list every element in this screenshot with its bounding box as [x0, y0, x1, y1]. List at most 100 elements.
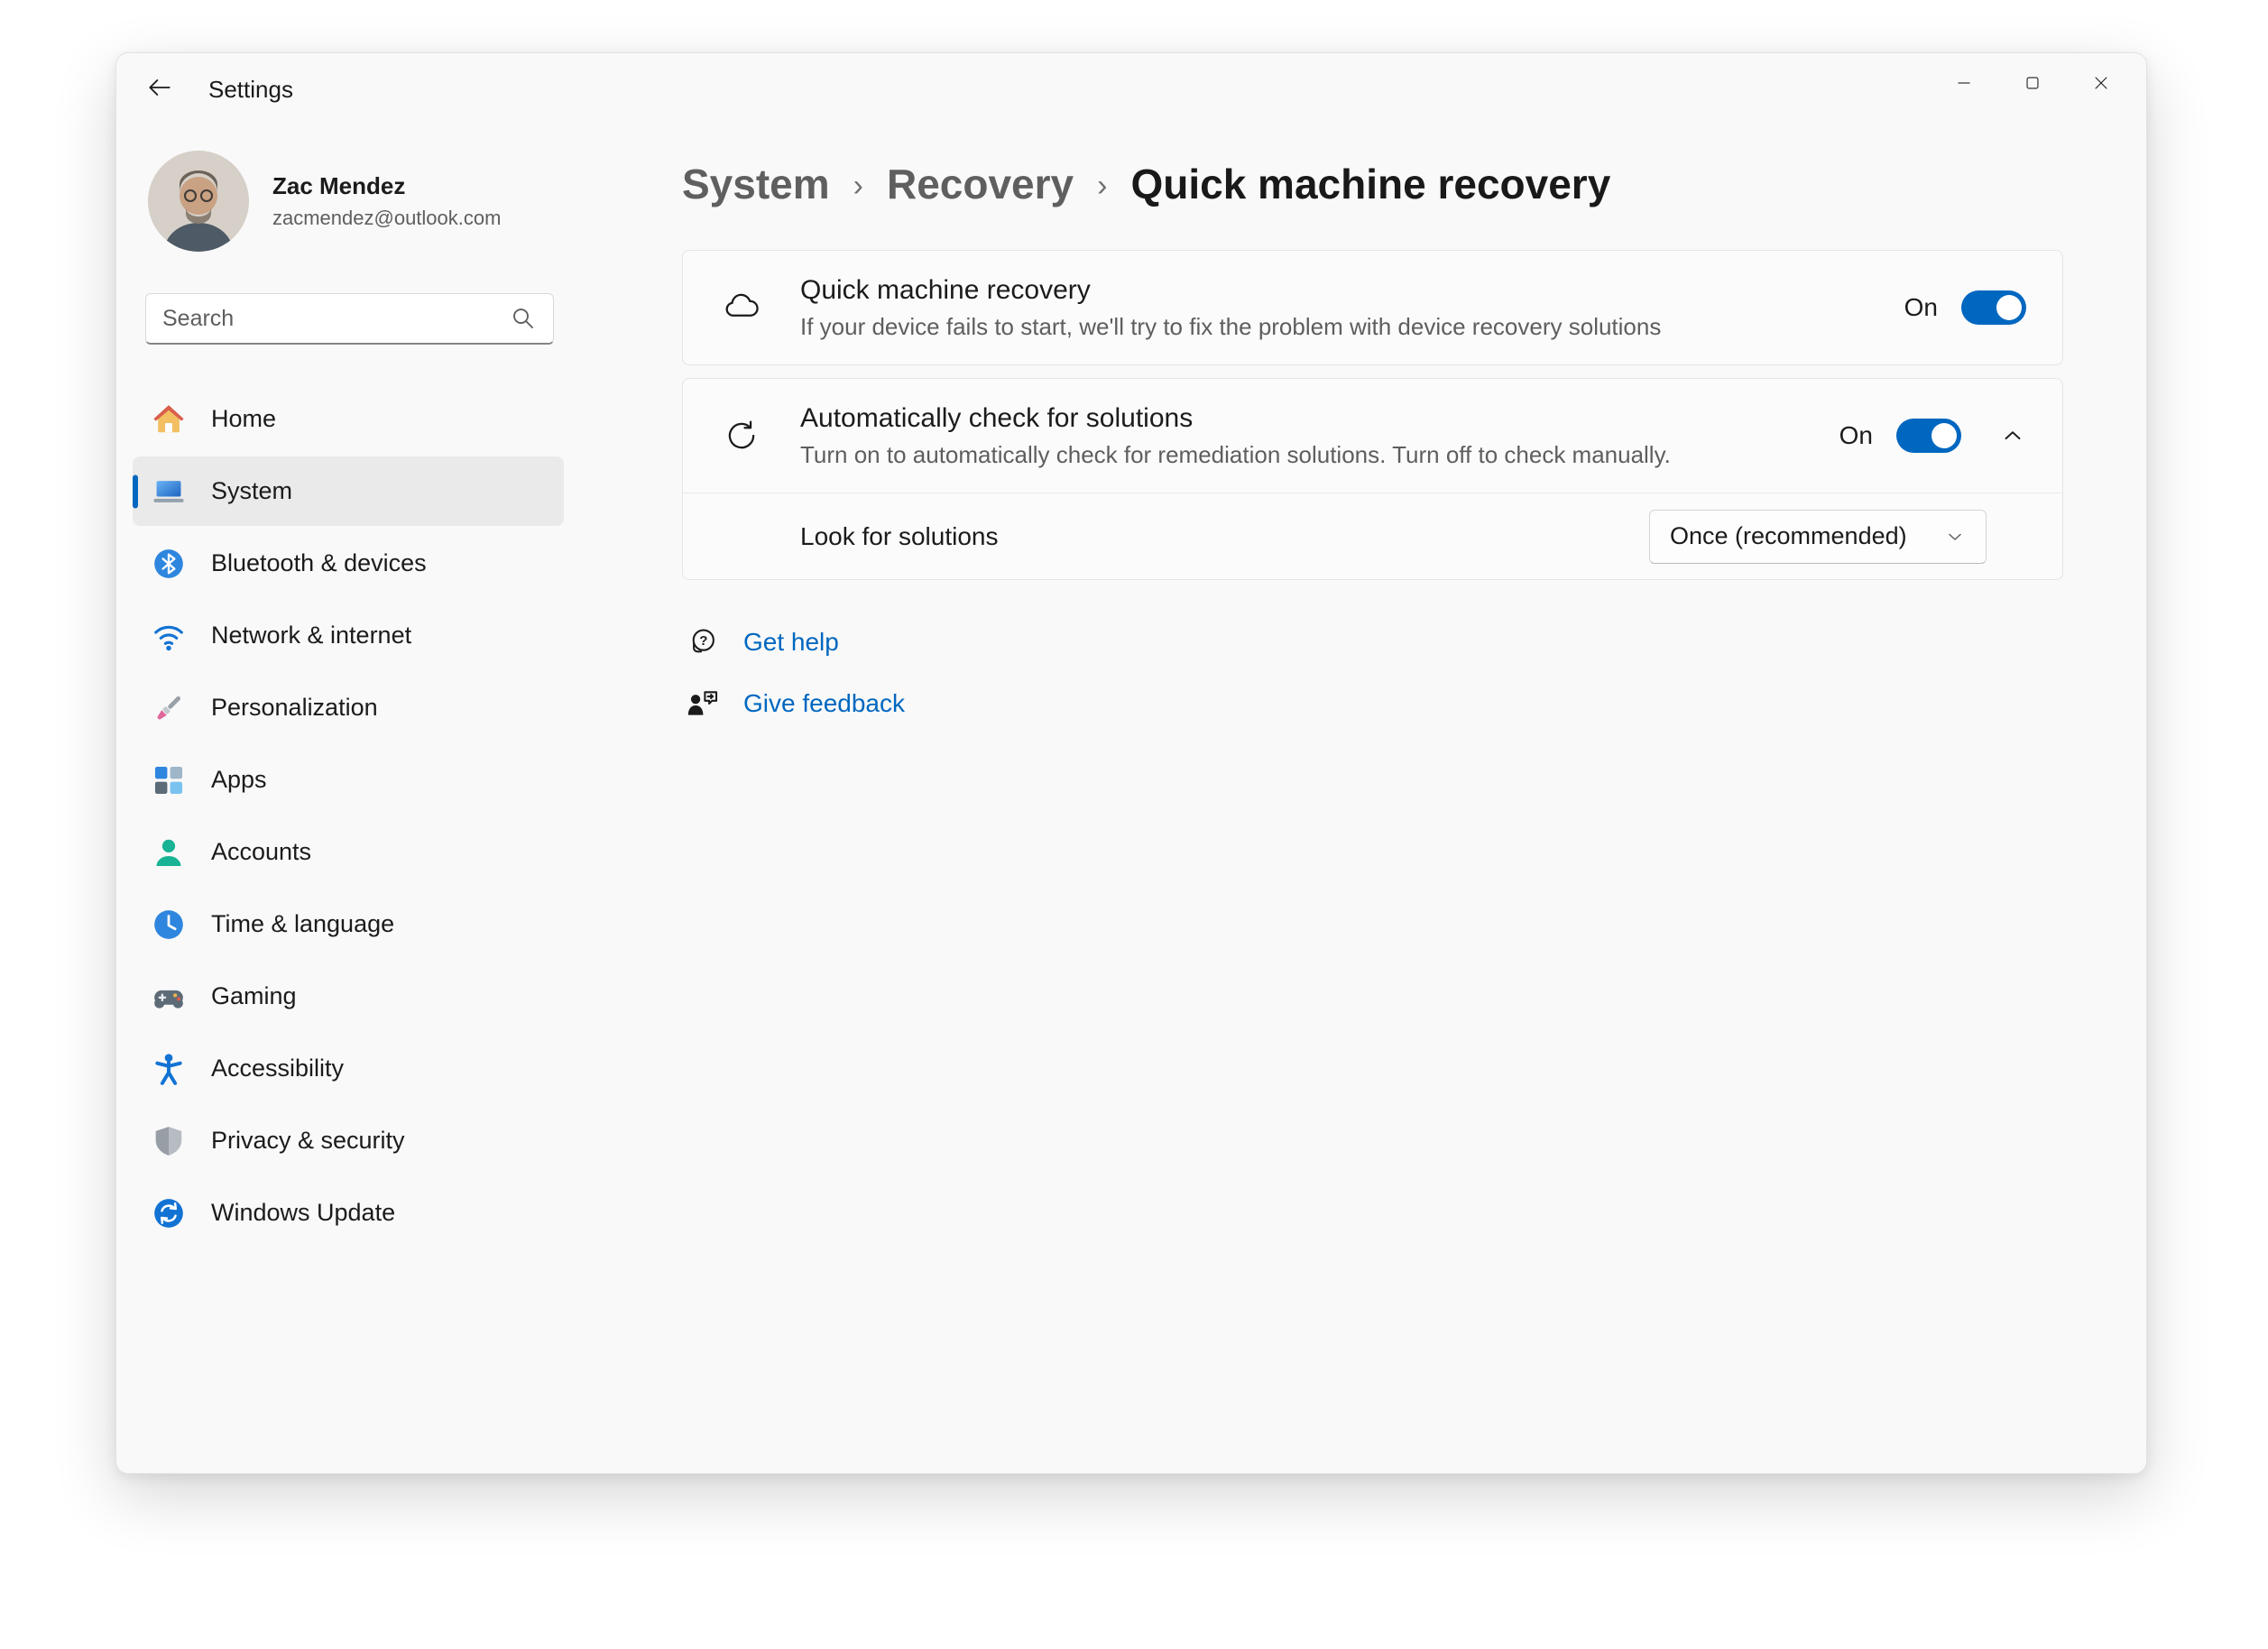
- breadcrumb: System › Recovery › Quick machine recove…: [682, 156, 2063, 212]
- back-button[interactable]: [134, 68, 185, 111]
- apps-icon: [152, 763, 186, 797]
- time-language-icon: [152, 907, 186, 942]
- breadcrumb-separator: ›: [1097, 156, 1107, 212]
- sidebar-item-personalization[interactable]: Personalization: [133, 673, 564, 742]
- gaming-icon: [152, 980, 186, 1014]
- look-for-solutions-label: Look for solutions: [800, 522, 998, 551]
- setting-description: Turn on to automatically check for remed…: [800, 441, 1839, 469]
- minimize-icon: [1952, 71, 1976, 99]
- close-icon: [2089, 71, 2113, 99]
- auto-check-solutions-card: Automatically check for solutions Turn o…: [682, 378, 2063, 580]
- setting-title: Quick machine recovery: [800, 275, 1904, 306]
- search-input[interactable]: [162, 306, 510, 332]
- sidebar-item-label: Gaming: [211, 982, 297, 1010]
- sync-icon: [723, 417, 761, 455]
- personalization-icon: [152, 691, 186, 725]
- sidebar-item-label: Network & internet: [211, 622, 411, 649]
- chevron-down-icon: [1944, 526, 1966, 548]
- home-icon: [152, 402, 186, 437]
- privacy-security-icon: [152, 1124, 186, 1158]
- sidebar-item-label: Accessibility: [211, 1055, 344, 1082]
- sidebar-item-label: System: [211, 477, 292, 505]
- main-content: System › Recovery › Quick machine recove…: [682, 156, 2063, 721]
- look-for-solutions-dropdown[interactable]: Once (recommended): [1649, 510, 1987, 564]
- get-help-label: Get help: [743, 628, 839, 657]
- page-title: Quick machine recovery: [1130, 158, 1610, 210]
- setting-text: Automatically check for solutions Turn o…: [800, 403, 1839, 469]
- toggle-knob: [1996, 295, 2022, 320]
- maximize-button[interactable]: [1998, 59, 2067, 111]
- get-help-link[interactable]: ? Get help: [686, 625, 839, 659]
- toggle-state-label: On: [1904, 293, 1938, 322]
- titlebar: Settings: [116, 53, 2146, 125]
- sidebar-item-network-internet[interactable]: Network & internet: [133, 601, 564, 670]
- sidebar-item-gaming[interactable]: Gaming: [133, 962, 564, 1031]
- sidebar-item-time-language[interactable]: Time & language: [133, 889, 564, 959]
- sidebar-item-windows-update[interactable]: Windows Update: [133, 1178, 564, 1248]
- bluetooth-icon: [152, 547, 186, 581]
- accessibility-icon: [152, 1052, 186, 1086]
- sidebar-item-home[interactable]: Home: [133, 384, 564, 454]
- cloud-icon: [723, 289, 761, 327]
- help-links: ? Get help Give feedback: [682, 625, 2063, 721]
- svg-text:?: ?: [699, 633, 707, 649]
- sidebar-item-label: Time & language: [211, 910, 394, 938]
- auto-check-solutions-toggle[interactable]: [1896, 419, 1961, 453]
- setting-title: Automatically check for solutions: [800, 403, 1839, 434]
- accounts-icon: [152, 835, 186, 870]
- setting-description: If your device fails to start, we'll try…: [800, 313, 1904, 341]
- profile-header: Zac Mendez zacmendez@outlook.com: [133, 125, 564, 252]
- sidebar-item-label: Home: [211, 405, 276, 433]
- chevron-up-icon[interactable]: [1999, 422, 2026, 449]
- minimize-button[interactable]: [1930, 59, 1998, 111]
- close-button[interactable]: [2067, 59, 2135, 111]
- toggle-state-label: On: [1839, 421, 1873, 450]
- get-help-icon: ?: [686, 625, 720, 659]
- avatar: [148, 151, 249, 252]
- give-feedback-link[interactable]: Give feedback: [686, 686, 905, 721]
- sidebar: Zac Mendez zacmendez@outlook.com Home: [133, 125, 564, 1248]
- search-box: [145, 293, 554, 345]
- settings-window: Settings: [115, 52, 2147, 1474]
- toggle-knob: [1931, 423, 1957, 448]
- profile-text: Zac Mendez zacmendez@outlook.com: [272, 172, 501, 230]
- breadcrumb-item-system[interactable]: System: [682, 158, 830, 210]
- dropdown-selected-value: Once (recommended): [1670, 522, 1907, 550]
- sidebar-item-privacy-security[interactable]: Privacy & security: [133, 1106, 564, 1175]
- network-icon: [152, 619, 186, 653]
- settings-cards: Quick machine recovery If your device fa…: [682, 250, 2063, 580]
- give-feedback-label: Give feedback: [743, 689, 905, 718]
- breadcrumb-separator: ›: [853, 156, 863, 212]
- sidebar-item-label: Personalization: [211, 694, 378, 722]
- sidebar-item-label: Bluetooth & devices: [211, 549, 427, 577]
- sidebar-item-bluetooth-devices[interactable]: Bluetooth & devices: [133, 529, 564, 598]
- sidebar-item-label: Apps: [211, 766, 267, 794]
- search-icon[interactable]: [510, 305, 537, 332]
- sidebar-item-label: Windows Update: [211, 1199, 395, 1227]
- profile-email: zacmendez@outlook.com: [272, 207, 501, 230]
- sidebar-item-label: Accounts: [211, 838, 311, 866]
- sidebar-item-accessibility[interactable]: Accessibility: [133, 1034, 564, 1103]
- quick-machine-recovery-row: Quick machine recovery If your device fa…: [683, 251, 2062, 364]
- window-title: Settings: [208, 76, 293, 104]
- sidebar-item-label: Privacy & security: [211, 1127, 405, 1155]
- give-feedback-icon: [686, 686, 720, 721]
- system-icon: [152, 474, 186, 509]
- sidebar-nav: Home System Bluetooth & devices Network …: [133, 384, 564, 1248]
- breadcrumb-item-recovery[interactable]: Recovery: [887, 158, 1074, 210]
- back-arrow-icon: [145, 73, 174, 106]
- profile-name: Zac Mendez: [272, 172, 501, 200]
- toggle-group: On: [1839, 419, 1961, 453]
- caption-controls: [1930, 59, 2135, 111]
- sidebar-item-accounts[interactable]: Accounts: [133, 817, 564, 887]
- look-for-solutions-row: Look for solutions Once (recommended): [683, 493, 2062, 579]
- windows-update-icon: [152, 1196, 186, 1230]
- toggle-group: On: [1904, 290, 2026, 325]
- sidebar-item-system[interactable]: System: [133, 456, 564, 526]
- quick-machine-recovery-card: Quick machine recovery If your device fa…: [682, 250, 2063, 365]
- quick-machine-recovery-toggle[interactable]: [1961, 290, 2026, 325]
- maximize-icon: [2021, 71, 2044, 99]
- setting-text: Quick machine recovery If your device fa…: [800, 275, 1904, 341]
- auto-check-solutions-row[interactable]: Automatically check for solutions Turn o…: [683, 379, 2062, 493]
- sidebar-item-apps[interactable]: Apps: [133, 745, 564, 815]
